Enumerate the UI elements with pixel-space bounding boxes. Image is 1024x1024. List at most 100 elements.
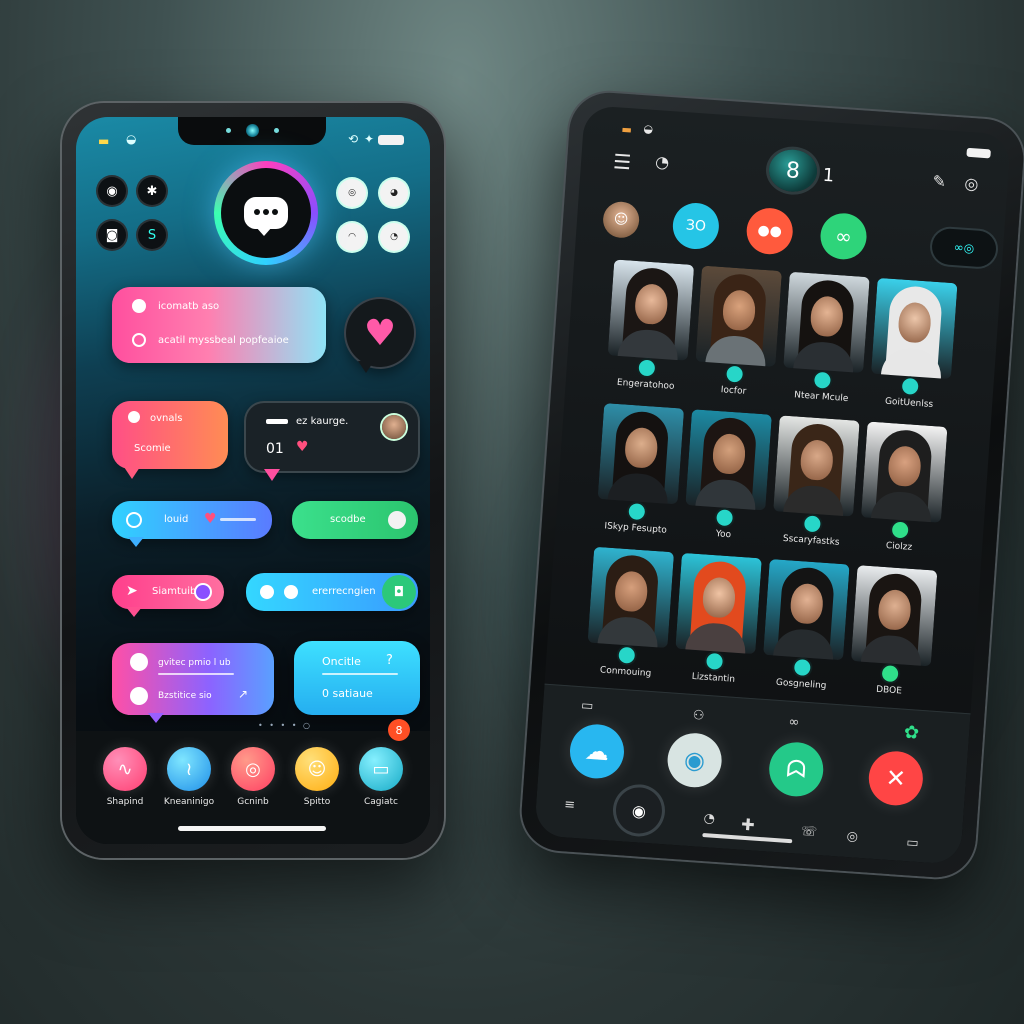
ghost-icon[interactable]: ✿ — [903, 722, 920, 744]
tab-shapind[interactable]: ∿ Shapind — [95, 747, 155, 807]
status-icon — [196, 585, 210, 599]
contact-tile[interactable] — [783, 271, 870, 374]
group-button[interactable]: ●● — [745, 206, 795, 256]
glasses-icon[interactable]: ∞ — [788, 715, 800, 731]
aperture-button[interactable]: ◉ — [98, 177, 126, 205]
tab-kneaninigo[interactable]: ≀ Kneaninigo — [159, 747, 219, 807]
tab-spitto[interactable]: ☺ Spitto — [287, 747, 347, 807]
group-icon: ●● — [756, 222, 783, 241]
avatar — [382, 415, 406, 439]
contact-tile[interactable] — [695, 265, 782, 367]
compose-icon[interactable]: ✎ — [932, 171, 947, 191]
signal-icon: ▬ — [98, 134, 110, 148]
bubble-line — [158, 673, 234, 675]
contact-tile[interactable] — [685, 409, 772, 511]
message-bubble-8[interactable]: gvitec pmio l ub Bzstitice sio ↗ — [112, 643, 274, 715]
contact-photo — [783, 271, 870, 374]
camera-icon[interactable]: ◎ — [964, 174, 979, 194]
message-bubble-9[interactable]: Oncitle ? 0 satiaue — [294, 641, 420, 715]
front-camera — [246, 124, 259, 137]
swirl-button[interactable]: ◔ — [380, 223, 408, 251]
contact-tile[interactable] — [597, 403, 685, 505]
message-bubble-4[interactable]: louid ♥ — [112, 501, 272, 539]
contact-tile[interactable] — [675, 552, 762, 655]
contact-name: ISkyp Fesupto — [604, 521, 668, 536]
user-icon[interactable]: ⚇ — [692, 708, 705, 724]
tab-gcninb[interactable]: ◎ Gcninb — [223, 747, 283, 807]
s-logo-button[interactable]: S — [138, 221, 166, 249]
unread-count: 8 — [785, 157, 801, 184]
chat-icon: ◠ — [348, 232, 356, 242]
end-call-button[interactable]: ✕ — [867, 749, 925, 808]
contact-tile[interactable] — [773, 415, 860, 517]
message-bubble-1[interactable]: icomatb aso acatil myssbeal popfeaioe — [112, 287, 326, 363]
swirl-icon[interactable]: ◔ — [655, 152, 670, 172]
left-phone: ▬ ◒ ⟲ ✦ ◉ ✱ ◙ S ◎ ◕ ◠ ◔ icomatb aso acat… — [62, 103, 444, 858]
heart-bubble[interactable]: ♥ — [346, 299, 414, 367]
plus-icon[interactable]: ✚ — [741, 815, 756, 835]
bubble-icon: ◙ — [105, 227, 119, 243]
message-bubble-3[interactable]: ez kaurge. 01 ♥ — [246, 403, 418, 471]
message-bubble-6[interactable]: ➤ Siamtuib — [112, 575, 224, 609]
sparkle-icon: ✦ — [364, 132, 375, 146]
sensor-dot — [274, 128, 279, 133]
message-bubble-2[interactable]: ovnals Scomie — [112, 401, 228, 469]
cloud-button[interactable]: ☁ — [568, 722, 626, 781]
wifi-icon: ◒ — [126, 132, 137, 146]
face-button[interactable]: ◕ — [380, 179, 408, 207]
settings-icon: ✱ — [146, 183, 158, 199]
camera-button[interactable]: ◎ — [338, 179, 366, 207]
tab-cagiatc[interactable]: ▭ Cagiatc — [351, 747, 411, 807]
notification-badge: 8 — [388, 719, 410, 741]
infinity-button[interactable]: ∞ — [818, 211, 869, 261]
camera-round-button[interactable]: ◉ — [665, 731, 724, 790]
unread-badge[interactable]: 8 — [767, 148, 819, 194]
my-avatar[interactable]: ☺ — [601, 200, 641, 240]
target-icon[interactable]: ◎ — [846, 829, 858, 845]
settings-button[interactable]: ✱ — [138, 177, 166, 205]
contact-photo — [597, 403, 685, 505]
bubble-1-title: icomatb aso — [158, 301, 220, 312]
equalizer-icon[interactable]: ≡ — [564, 797, 576, 813]
contact-photo — [587, 546, 675, 649]
contact-tile[interactable] — [860, 421, 948, 523]
page-indicator[interactable]: • • • • ○ — [258, 721, 312, 730]
contact-tile[interactable] — [587, 546, 675, 649]
right-phone-screen: ▬ ◒ ☰ ◔ 8 1 ✎ ◎ ☺ ЗО ●● ∞ ∞◎ Engeratohoo… — [533, 104, 1012, 866]
wifi-icon: ◒ — [643, 122, 654, 136]
home-indicator[interactable] — [178, 826, 326, 831]
voice-button[interactable]: ᗣ — [767, 740, 826, 799]
contact-photo — [695, 265, 782, 367]
contact-photo — [871, 277, 958, 380]
capture-button[interactable]: ◉ — [614, 785, 664, 836]
sensor-dot — [226, 128, 231, 133]
contact-tile[interactable] — [607, 259, 695, 361]
phone-icon[interactable]: ☏ — [800, 824, 817, 840]
main-chat-button[interactable] — [214, 161, 318, 265]
squiggle-icon: ∿ — [103, 747, 147, 791]
contact-name: Engeratohoo — [616, 377, 675, 392]
message-bubble-5[interactable]: scodbe — [292, 501, 418, 539]
menu-icon[interactable]: ☰ — [612, 149, 632, 174]
bubble-3-title: ez kaurge. — [296, 416, 349, 427]
contact-name: Lizstantin — [691, 671, 736, 685]
contact-tile[interactable] — [871, 277, 958, 380]
contact-tile[interactable] — [763, 558, 850, 661]
swirl-icon[interactable]: ◔ — [703, 811, 715, 827]
screen-share-icon[interactable]: ▭ — [906, 835, 919, 851]
chat-button[interactable]: ◠ — [338, 223, 366, 251]
contact-name: Iocfor — [720, 385, 747, 397]
message-bubble-7[interactable]: ererrecngien ◘ — [246, 573, 418, 611]
link-pill[interactable]: ∞◎ — [930, 227, 998, 268]
bubble-3-tail — [264, 469, 280, 481]
voice-icon: ᗣ — [785, 754, 808, 785]
bubble-button[interactable]: ◙ — [98, 221, 126, 249]
ko-button[interactable]: ЗО — [671, 201, 721, 251]
screen-icon[interactable]: ▭ — [581, 698, 594, 714]
online-status-dot — [716, 509, 734, 527]
camera-icon: ◎ — [348, 188, 356, 198]
contact-name: GoitUenlss — [884, 396, 934, 410]
contact-tile[interactable] — [850, 565, 938, 667]
online-status-dot — [891, 521, 909, 539]
bubble-7-text: ererrecngien — [312, 586, 376, 597]
